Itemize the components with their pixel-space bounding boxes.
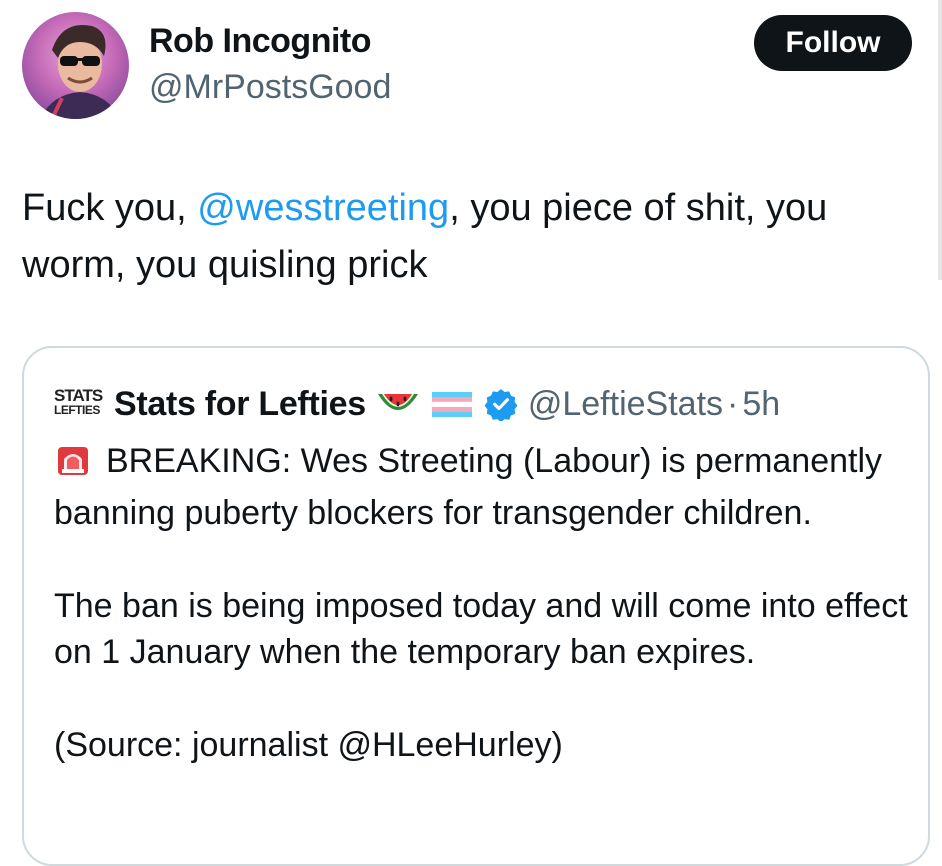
author-handle[interactable]: @MrPostsGood bbox=[149, 68, 391, 107]
quoted-paragraph-1: BREAKING: Wes Streeting (Labour) is perm… bbox=[54, 438, 914, 536]
mention-link[interactable]: @wesstreeting bbox=[197, 187, 449, 229]
follow-button[interactable]: Follow bbox=[754, 15, 912, 71]
quoted-tweet[interactable]: STATS LEFTIES Stats for Lefties @LeftieS… bbox=[22, 346, 930, 866]
quoted-timestamp[interactable]: 5h bbox=[742, 385, 780, 424]
tweet-text: Fuck you, @wesstreeting, you piece of sh… bbox=[22, 180, 922, 294]
scrollbar[interactable] bbox=[938, 0, 942, 280]
tweet-text-start: Fuck you, bbox=[22, 187, 198, 229]
siren-icon bbox=[54, 443, 92, 490]
quoted-author-name[interactable]: Stats for Lefties bbox=[114, 385, 366, 424]
profile-photo-icon bbox=[40, 25, 120, 119]
author-name[interactable]: Rob Incognito bbox=[149, 22, 372, 61]
logo-line-1: STATS bbox=[54, 386, 103, 405]
stats-for-lefties-logo[interactable]: STATS LEFTIES bbox=[54, 387, 104, 421]
verified-badge-icon bbox=[484, 387, 518, 421]
trans-flag-icon bbox=[430, 388, 474, 420]
quoted-tweet-header: STATS LEFTIES Stats for Lefties @LeftieS… bbox=[54, 382, 780, 426]
quoted-paragraph-3: (Source: journalist @HLeeHurley) bbox=[54, 726, 563, 764]
quoted-paragraph-2: The ban is being imposed today and will … bbox=[54, 586, 908, 672]
quoted-author-handle[interactable]: @LeftieStats bbox=[528, 385, 723, 424]
author-avatar[interactable] bbox=[22, 12, 129, 119]
quoted-paragraph-1-text: BREAKING: Wes Streeting (Labour) is perm… bbox=[54, 442, 883, 532]
watermelon-icon bbox=[376, 386, 420, 422]
logo-line-2: LEFTIES bbox=[54, 403, 100, 417]
quoted-tweet-body: BREAKING: Wes Streeting (Labour) is perm… bbox=[54, 438, 914, 769]
separator-dot: · bbox=[727, 384, 739, 423]
